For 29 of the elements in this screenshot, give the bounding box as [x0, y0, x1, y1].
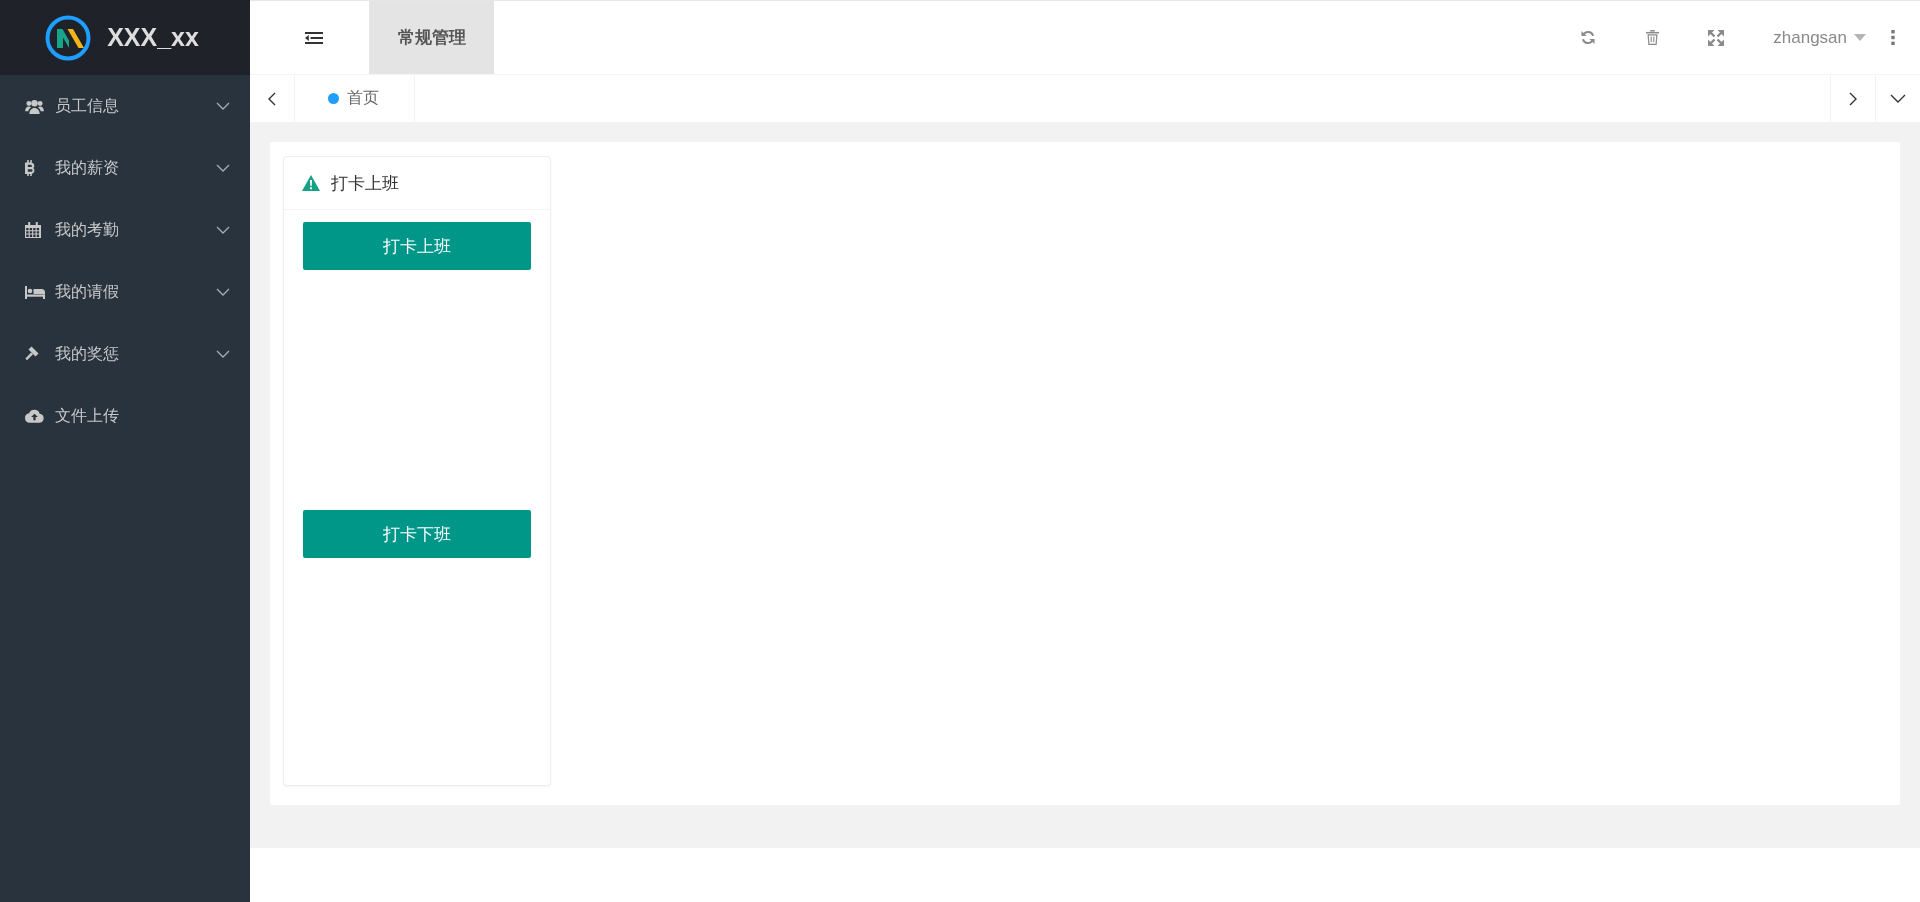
- clock-in-button[interactable]: 打卡上班: [303, 222, 531, 270]
- sidebar-item[interactable]: 文件上传: [0, 385, 250, 447]
- warning-icon: [302, 175, 320, 191]
- cloud-upload-icon: [25, 409, 44, 423]
- refresh-icon: [1580, 30, 1597, 45]
- sidebar-item[interactable]: 我的奖惩: [0, 323, 250, 385]
- hammer-icon: [25, 346, 41, 362]
- nav-tab[interactable]: 常规管理: [369, 1, 494, 74]
- users-icon: [25, 98, 44, 114]
- menu-icon: [305, 31, 323, 44]
- dot-icon: [328, 93, 339, 104]
- dots-vertical-icon: [1891, 30, 1895, 45]
- expand-icon: [1708, 29, 1725, 46]
- sidebar-item[interactable]: 员工信息: [0, 75, 250, 137]
- chevron-right-icon: [1849, 91, 1857, 106]
- sidebar-item[interactable]: 我的薪资: [0, 137, 250, 199]
- card-title: 打卡上班: [331, 172, 399, 195]
- logo-text: XXX_xx: [107, 23, 199, 52]
- calendar-icon: [25, 222, 41, 238]
- chevron-left-icon: [268, 91, 276, 106]
- bed-icon: [25, 285, 45, 299]
- clock-out-button[interactable]: 打卡下班: [303, 510, 531, 558]
- caret-down-icon: [1854, 34, 1866, 41]
- logo-icon: [45, 14, 92, 61]
- chevron-down-icon: [1890, 94, 1906, 103]
- trash-icon: [1645, 30, 1659, 45]
- sidebar-item[interactable]: 我的请假: [0, 261, 250, 323]
- currency-icon: [25, 160, 36, 176]
- sidebar-item[interactable]: 我的考勤: [0, 199, 250, 261]
